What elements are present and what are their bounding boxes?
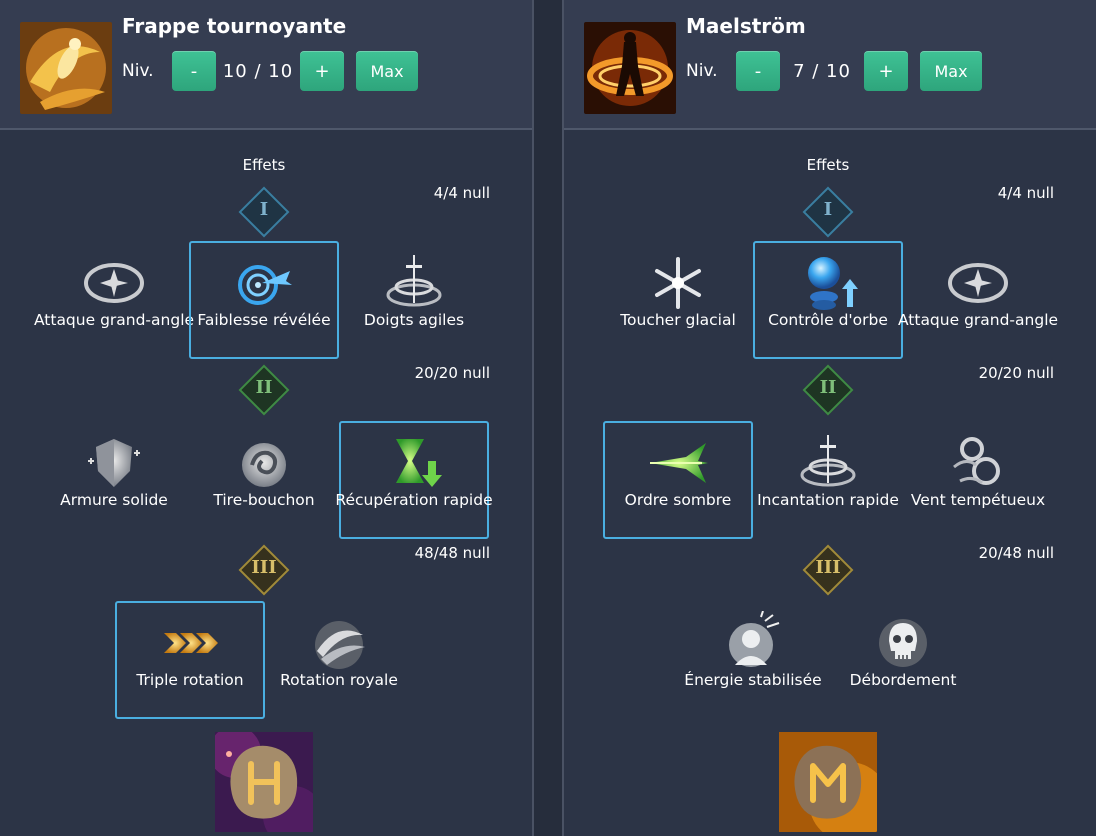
- dark-order-icon: [650, 443, 708, 483]
- royal-rotation-icon: [315, 621, 365, 669]
- wide-angle-attack-icon: [948, 263, 1008, 303]
- level-max-button[interactable]: Max: [920, 51, 982, 91]
- tier-1-numeral: I: [823, 199, 833, 220]
- effect-node[interactable]: Tire-bouchon: [189, 421, 339, 539]
- tier-1-counter: 4/4 null: [433, 184, 490, 202]
- level-controls: Niv. - 10 / 10 + Max: [122, 50, 418, 92]
- effect-node[interactable]: Toucher glacial: [603, 241, 753, 359]
- level-label: Niv.: [122, 61, 154, 81]
- level-decrease-button[interactable]: -: [172, 51, 216, 91]
- effect-label: Toucher glacial: [620, 311, 736, 329]
- triple-rotation-icon: [164, 633, 218, 653]
- tier-2-counter: 20/20 null: [414, 364, 490, 382]
- tier-3-numeral: III: [251, 557, 277, 578]
- effect-label: Rotation royale: [280, 671, 398, 689]
- level-controls: Niv. - 7 / 10 + Max: [686, 50, 982, 92]
- effect-label: Récupération rapide: [335, 491, 493, 509]
- maelstrom-icon: [584, 22, 676, 114]
- effect-node-selected[interactable]: Récupération rapide: [335, 421, 493, 539]
- effect-label: Tire-bouchon: [213, 491, 315, 509]
- effect-label: Énergie stabilisée: [684, 671, 822, 689]
- skill-header: Frappe tournoyante Niv. - 10 / 10 + Max: [0, 0, 532, 130]
- wide-angle-attack-icon: [84, 263, 144, 303]
- quick-recovery-icon: [396, 439, 442, 487]
- level-label: Niv.: [686, 61, 718, 81]
- effect-label: Ordre sombre: [624, 491, 732, 509]
- skull-icon: [879, 619, 927, 667]
- effect-node[interactable]: Attaque grand-angle: [898, 241, 1058, 359]
- whirl-strike-icon: [20, 22, 112, 114]
- skill-panel-right: Maelström Niv. - 7 / 10 + Max Effets I 4…: [564, 0, 1096, 836]
- effect-label: Attaque grand-angle: [33, 311, 195, 329]
- skill-name: Maelström: [686, 14, 806, 38]
- effect-node[interactable]: Armure solide: [39, 421, 189, 539]
- level-increase-button[interactable]: +: [864, 51, 908, 91]
- effect-label: Triple rotation: [136, 671, 244, 689]
- quick-cast-icon: [800, 435, 856, 487]
- rune-purple-icon[interactable]: [215, 732, 313, 832]
- skill-header: Maelström Niv. - 7 / 10 + Max: [564, 0, 1096, 130]
- level-increase-button[interactable]: +: [300, 51, 344, 91]
- tier-2-numeral: II: [819, 377, 837, 398]
- panel-divider: [532, 0, 564, 836]
- level-value: 10 / 10: [222, 60, 294, 82]
- effect-node[interactable]: Attaque grand-angle: [34, 241, 194, 359]
- effect-label: Armure solide: [60, 491, 168, 509]
- revealed-weakness-icon: [238, 265, 292, 305]
- effect-node-selected[interactable]: Ordre sombre: [603, 421, 753, 539]
- level-max-button[interactable]: Max: [356, 51, 418, 91]
- effect-label: Débordement: [849, 671, 957, 689]
- effect-node[interactable]: Rotation royale: [264, 601, 414, 719]
- effect-node[interactable]: Vent tempétueux: [903, 421, 1053, 539]
- tier-3-numeral: III: [815, 557, 841, 578]
- effect-label: Vent tempétueux: [910, 491, 1046, 509]
- tier-1-numeral: I: [259, 199, 269, 220]
- effect-label: Contrôle d'orbe: [768, 311, 888, 329]
- tier-3-counter: 48/48 null: [414, 544, 490, 562]
- snowflake-icon: [655, 257, 701, 309]
- tier-1-counter: 4/4 null: [997, 184, 1054, 202]
- effect-label: Doigts agiles: [363, 311, 465, 329]
- skill-name: Frappe tournoyante: [122, 14, 347, 38]
- effect-node-selected[interactable]: Triple rotation: [115, 601, 265, 719]
- effect-label: Attaque grand-angle: [897, 311, 1059, 329]
- tier-3-counter: 20/48 null: [978, 544, 1054, 562]
- effect-node[interactable]: Doigts agiles: [339, 241, 489, 359]
- effects-label: Effets: [806, 156, 850, 174]
- effect-node[interactable]: Incantation rapide: [753, 421, 903, 539]
- effect-label: Incantation rapide: [757, 491, 899, 509]
- skill-panel-left: Frappe tournoyante Niv. - 10 / 10 + Max …: [0, 0, 532, 836]
- effect-label: Faiblesse révélée: [197, 311, 331, 329]
- effect-node-selected[interactable]: Contrôle d'orbe: [753, 241, 903, 359]
- effect-node[interactable]: Débordement: [828, 601, 978, 719]
- effect-node[interactable]: Énergie stabilisée: [678, 601, 828, 719]
- effects-label: Effets: [242, 156, 286, 174]
- level-value: 7 / 10: [793, 60, 851, 82]
- stormy-wind-icon: [953, 437, 1000, 485]
- tier-2-numeral: II: [255, 377, 273, 398]
- rune-orange-icon[interactable]: [779, 732, 877, 832]
- effect-node-selected[interactable]: Faiblesse révélée: [189, 241, 339, 359]
- orb-control-icon: [808, 257, 858, 310]
- level-decrease-button[interactable]: -: [736, 51, 780, 91]
- nimble-fingers-icon: [386, 255, 442, 307]
- corkscrew-icon: [242, 443, 286, 487]
- shield-armor-icon: [88, 439, 140, 487]
- stabilized-energy-icon: [729, 611, 780, 667]
- tier-2-counter: 20/20 null: [978, 364, 1054, 382]
